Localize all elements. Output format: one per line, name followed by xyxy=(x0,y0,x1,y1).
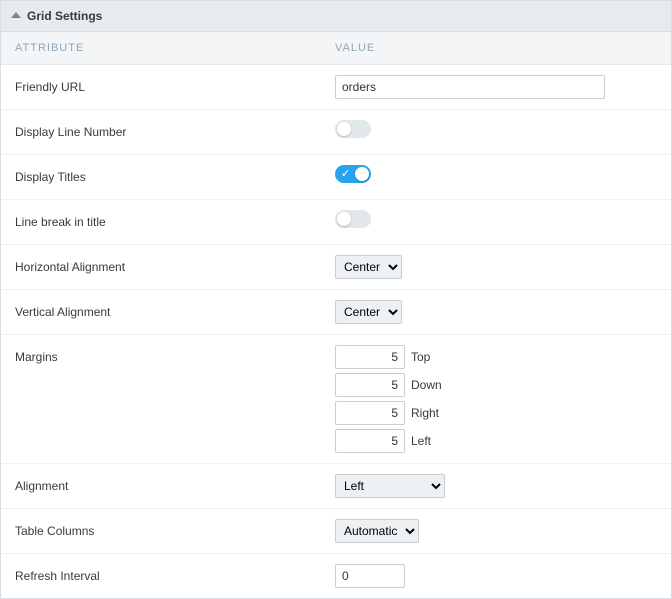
row-vertical-alignment: Vertical Alignment Center xyxy=(1,290,671,335)
attribute-column-header: ATTRIBUTE xyxy=(1,32,321,64)
display-line-number-toggle[interactable] xyxy=(335,120,371,138)
margin-left-input[interactable] xyxy=(335,429,405,453)
row-horizontal-alignment: Horizontal Alignment Center xyxy=(1,245,671,290)
row-margins: Margins Top Down Right Left xyxy=(1,335,671,464)
row-line-break-in-title: Line break in title xyxy=(1,200,671,245)
row-table-columns: Table Columns Automatic xyxy=(1,509,671,554)
row-display-line-number: Display Line Number xyxy=(1,110,671,155)
column-headers: ATTRIBUTE VALUE xyxy=(1,32,671,65)
row-alignment: Alignment Left xyxy=(1,464,671,509)
collapse-icon xyxy=(11,12,21,18)
margin-down-label: Down xyxy=(411,378,442,392)
friendly-url-input[interactable] xyxy=(335,75,605,99)
attr-label: Margins xyxy=(1,343,321,371)
refresh-interval-input[interactable] xyxy=(335,564,405,588)
row-refresh-interval: Refresh Interval xyxy=(1,554,671,598)
row-display-titles: Display Titles ✓ xyxy=(1,155,671,200)
attr-label: Alignment xyxy=(1,472,321,500)
horizontal-alignment-select[interactable]: Center xyxy=(335,255,402,279)
attr-label: Friendly URL xyxy=(1,73,321,101)
table-columns-select[interactable]: Automatic xyxy=(335,519,419,543)
row-friendly-url: Friendly URL xyxy=(1,65,671,110)
margin-right-input[interactable] xyxy=(335,401,405,425)
margin-top-input[interactable] xyxy=(335,345,405,369)
margin-down-input[interactable] xyxy=(335,373,405,397)
margin-right-label: Right xyxy=(411,406,439,420)
attr-label: Refresh Interval xyxy=(1,562,321,590)
display-titles-toggle[interactable]: ✓ xyxy=(335,165,371,183)
margin-left-label: Left xyxy=(411,434,431,448)
attr-label: Line break in title xyxy=(1,208,321,236)
alignment-select[interactable]: Left xyxy=(335,474,445,498)
attr-label: Table Columns xyxy=(1,517,321,545)
grid-settings-panel: Grid Settings ATTRIBUTE VALUE Friendly U… xyxy=(0,0,672,599)
panel-header[interactable]: Grid Settings xyxy=(1,1,671,32)
attr-label: Horizontal Alignment xyxy=(1,253,321,281)
panel-title: Grid Settings xyxy=(27,9,102,23)
attr-label: Vertical Alignment xyxy=(1,298,321,326)
vertical-alignment-select[interactable]: Center xyxy=(335,300,402,324)
attr-label: Display Titles xyxy=(1,163,321,191)
margin-top-label: Top xyxy=(411,350,430,364)
value-column-header: VALUE xyxy=(321,32,389,64)
attr-label: Display Line Number xyxy=(1,118,321,146)
line-break-in-title-toggle[interactable] xyxy=(335,210,371,228)
